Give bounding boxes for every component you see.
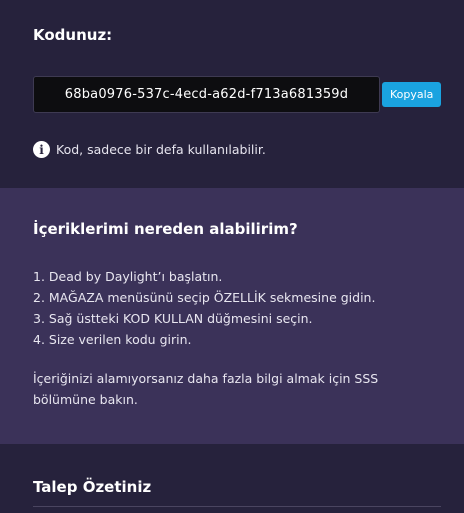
code-field[interactable]: 68ba0976-537c-4ecd-a62d-f713a681359d: [33, 76, 380, 113]
faq-hint: İçeriğinizi alamıyorsanız daha fazla bil…: [33, 371, 379, 407]
copy-button[interactable]: Kopyala: [382, 82, 442, 107]
divider: [33, 506, 441, 507]
single-use-note: i Kod, sadece bir defa kullanılabilir.: [33, 141, 266, 158]
summary-title: Talep Özetiniz: [33, 478, 152, 496]
code-row: 68ba0976-537c-4ecd-a62d-f713a681359d Kop…: [33, 76, 442, 113]
info-icon: i: [33, 141, 50, 158]
step-item: 3. Sağ üstteki KOD KULLAN düğmesini seçi…: [33, 311, 313, 326]
step-item: 1. Dead by Daylight’ı başlatın.: [33, 269, 223, 284]
step-item: 4. Size verilen kodu girin.: [33, 332, 192, 347]
step-item: 2. MAĞAZA menüsünü seçip ÖZELLİK sekmesi…: [33, 290, 376, 305]
code-section: Kodunuz: 68ba0976-537c-4ecd-a62d-f713a68…: [0, 0, 464, 188]
steps-list: 1. Dead by Daylight’ı başlatın. 2. MAĞAZ…: [33, 266, 431, 350]
summary-section: Talep Özetiniz: [0, 444, 464, 513]
help-section: İçeriklerimi nereden alabilirim? 1. Dead…: [0, 188, 464, 444]
note-text: Kod, sadece bir defa kullanılabilir.: [56, 142, 266, 157]
help-title: İçeriklerimi nereden alabilirim?: [33, 220, 298, 238]
code-title: Kodunuz:: [33, 26, 113, 44]
